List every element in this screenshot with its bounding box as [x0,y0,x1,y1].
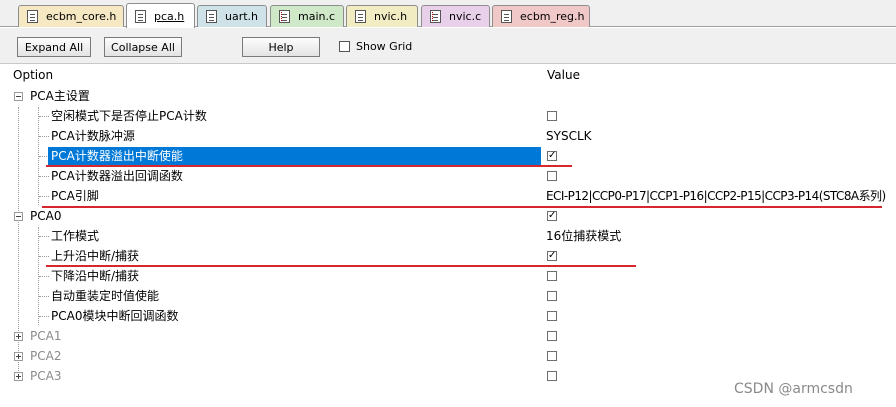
option-label: PCA计数器溢出回调函数 [51,169,183,183]
tree-connector [39,196,49,197]
tab-label: nvic.h [374,10,408,23]
tree-connector [39,296,49,297]
option-row-pca-pins[interactable]: PCA引脚 ECI-P12|CCP0-P17|CCP1-P16|CCP2-P15… [0,186,896,206]
expand-all-button[interactable]: Expand All [17,37,91,57]
value-checkbox[interactable]: ✓ [547,211,557,221]
value-text[interactable]: ECI-P12|CCP0-P17|CCP1-P16|CCP2-P15|CCP3-… [546,188,886,204]
tree-connector [39,316,49,317]
tab-main-c[interactable]: main.c [270,5,344,27]
collapse-icon[interactable] [14,92,23,101]
collapse-icon[interactable] [14,212,23,221]
option-row-overflow-interrupt-enable[interactable]: PCA计数器溢出中断使能 ✓ [0,146,896,166]
tab-ecbm-reg-h[interactable]: ecbm_reg.h [492,5,590,27]
option-column-header: Option [13,68,54,82]
option-row-auto-reload[interactable]: 自动重装定时值使能 [0,286,896,306]
tree-node-pca2[interactable]: PCA2 [0,346,896,366]
tree-node-pca1[interactable]: PCA1 [0,326,896,346]
tab-nvic-h[interactable]: nvic.h [346,5,418,27]
option-label: PCA0模块中断回调函数 [51,309,179,323]
header-file-icon [27,10,38,23]
value-checkbox[interactable] [547,311,557,321]
help-button[interactable]: Help [242,37,320,57]
tree-node-pca0[interactable]: PCA0 ✓ [0,206,896,226]
tab-ecbm-core-h[interactable]: ecbm_core.h [18,5,124,27]
tree-connector [39,256,49,257]
option-label: PCA3 [30,369,62,383]
option-label: 工作模式 [51,229,100,243]
tree-connector [39,276,49,277]
value-checkbox[interactable] [547,351,557,361]
option-row-rising-edge[interactable]: 上升沿中断/捕获 ✓ [0,246,896,266]
show-grid-checkbox[interactable] [339,41,350,52]
option-label: PCA2 [30,349,62,363]
header-file-icon [501,10,512,23]
option-label: 自动重装定时值使能 [51,289,160,303]
option-label: PCA1 [30,329,62,343]
watermark-text: CSDN @armcsdn [734,381,853,397]
header-file-icon [355,10,366,23]
show-grid-label: Show Grid [356,40,413,53]
show-grid-toggle[interactable]: Show Grid [339,40,412,53]
header-file-icon [206,10,217,23]
option-row-falling-edge[interactable]: 下降沿中断/捕获 [0,266,896,286]
tab-label: ecbm_reg.h [520,10,585,23]
tab-label: nvic.c [449,10,482,23]
tab-label: main.c [298,10,336,23]
value-checkbox[interactable] [547,331,557,341]
value-column-header: Value [547,68,580,82]
tree-connector [39,136,49,137]
value-checkbox[interactable]: ✓ [547,251,557,261]
tree-connector [39,176,49,177]
value-text[interactable]: SYSCLK [546,128,592,144]
configuration-toolbar: Expand All Collapse All Help Show Grid [0,28,896,64]
option-row-pulse-source[interactable]: PCA计数脉冲源 SYSCLK [0,126,896,146]
option-label: 上升沿中断/捕获 [51,249,140,263]
expand-icon[interactable] [14,332,23,341]
tree-connector [39,116,49,117]
option-label: PCA计数脉冲源 [51,129,135,143]
tab-nvic-c[interactable]: nvic.c [421,5,490,27]
value-checkbox[interactable] [547,171,557,181]
option-row-work-mode[interactable]: 工作模式 16位捕获模式 [0,226,896,246]
option-label: PCA0 [30,209,62,223]
value-checkbox[interactable]: ✓ [547,151,557,161]
value-checkbox[interactable] [547,271,557,281]
expand-icon[interactable] [14,372,23,381]
value-checkbox[interactable] [547,371,557,381]
option-label: 空闲模式下是否停止PCA计数 [51,109,207,123]
header-file-icon [135,9,146,23]
tree-connector [39,236,49,237]
option-row-overflow-callback[interactable]: PCA计数器溢出回调函数 [0,166,896,186]
c-source-file-icon [430,10,441,23]
tab-label: pca.h [154,9,185,23]
expand-icon[interactable] [14,352,23,361]
tab-pca-h[interactable]: pca.h [126,3,195,28]
configuration-wizard-grid: Option Value PCA主设置 空闲模式下是否停止PCA计数 PCA计数… [0,64,896,407]
value-checkbox[interactable] [547,291,557,301]
tab-uart-h[interactable]: uart.h [197,5,267,27]
option-label: PCA主设置 [30,89,90,103]
option-label: PCA计数器溢出中断使能 [51,149,183,163]
option-label: 下降沿中断/捕获 [51,269,140,283]
value-checkbox[interactable] [547,111,557,121]
tree-node-pca-main-settings[interactable]: PCA主设置 [0,86,896,106]
option-label: PCA引脚 [51,189,99,203]
c-source-file-icon [279,10,290,23]
option-row-pca0-callback[interactable]: PCA0模块中断回调函数 [0,306,896,326]
collapse-all-button[interactable]: Collapse All [104,37,182,57]
tab-label: uart.h [225,10,259,23]
option-row-idle-stop[interactable]: 空闲模式下是否停止PCA计数 [0,106,896,126]
editor-tab-strip: ecbm_core.h pca.h uart.h main.c nvic.h n… [0,0,896,28]
value-text[interactable]: 16位捕获模式 [546,228,621,244]
tab-label: ecbm_core.h [46,10,117,23]
